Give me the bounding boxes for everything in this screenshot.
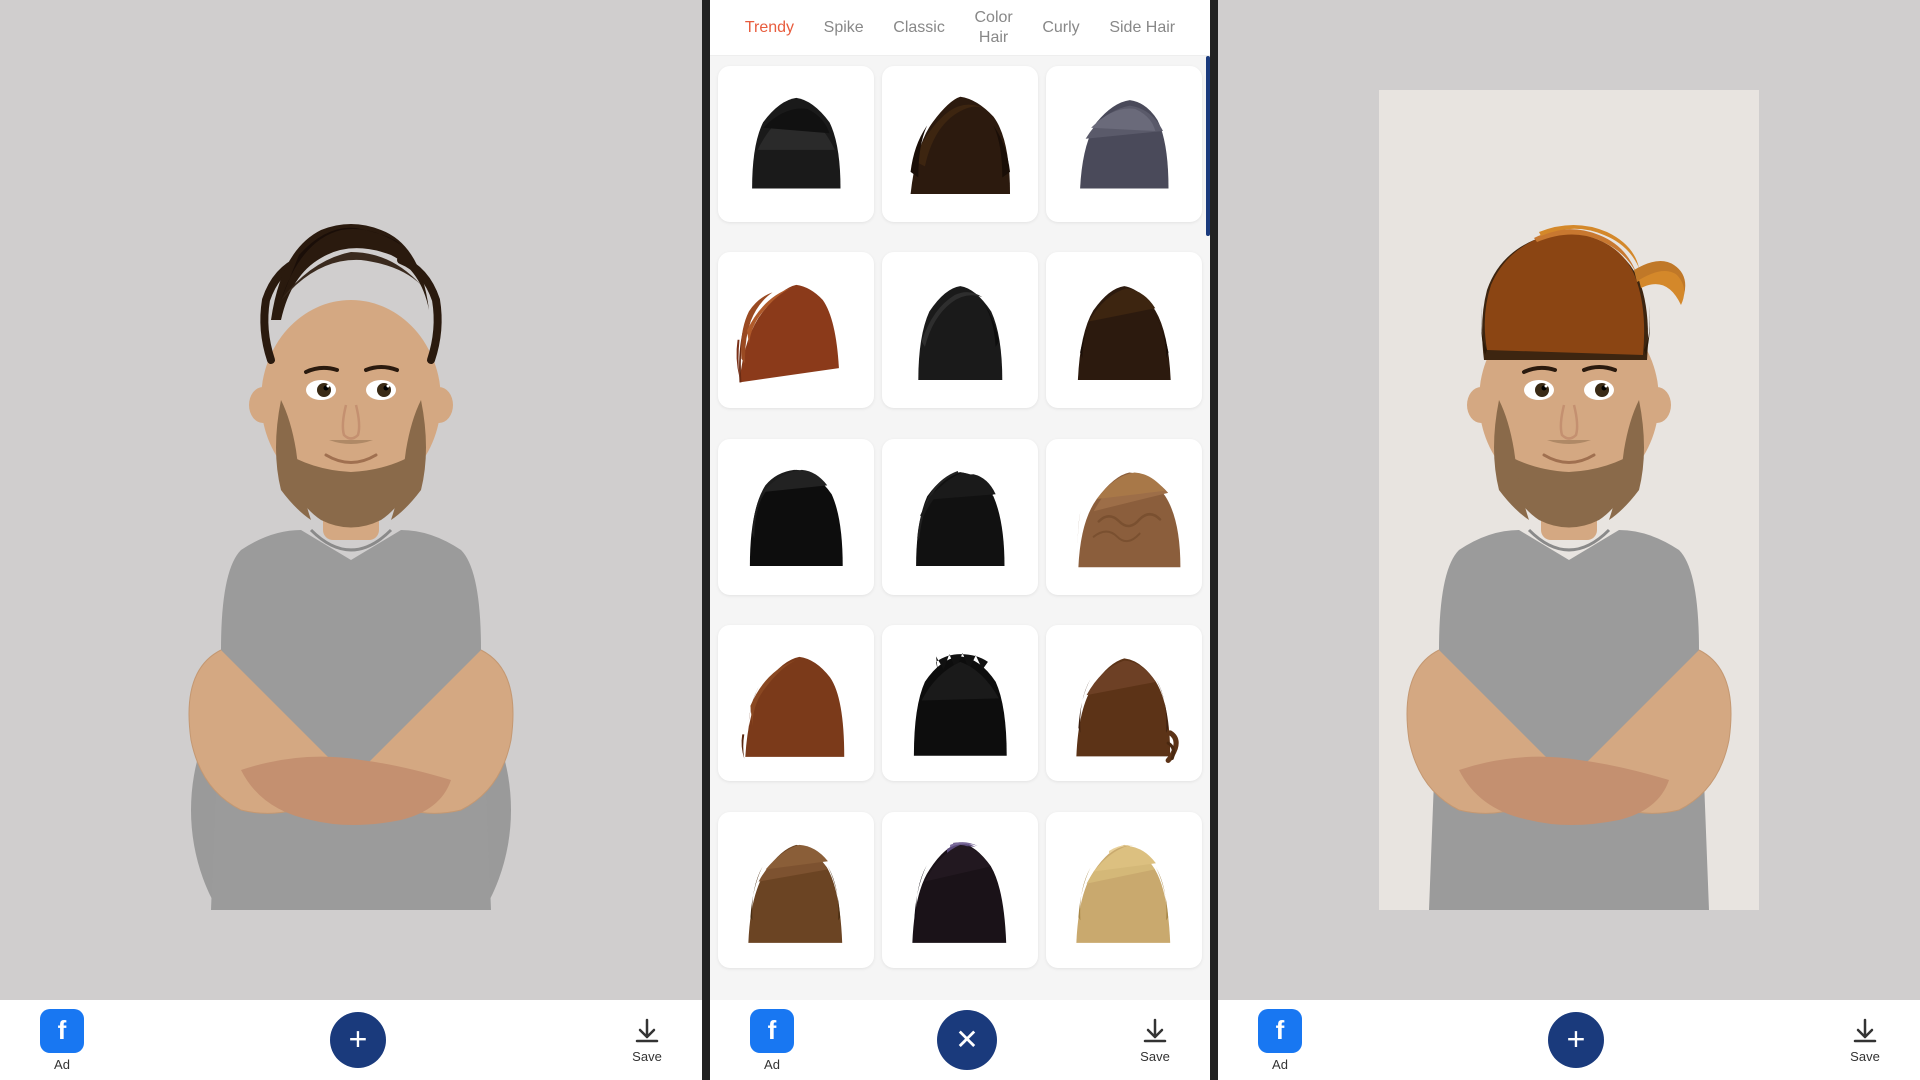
hair-style-4[interactable]	[718, 252, 874, 408]
right-ad-label: Ad	[1272, 1057, 1288, 1072]
nav-tabs: Trendy Spike Classic ColorHair Curly Sid…	[710, 0, 1210, 56]
left-fb-group: f Ad	[40, 1009, 84, 1072]
right-save-label: Save	[1850, 1049, 1880, 1064]
tab-sidehair[interactable]: Side Hair	[1103, 14, 1181, 41]
scroll-indicator	[1206, 56, 1210, 236]
right-person	[1218, 0, 1920, 1000]
hair-style-15[interactable]	[1046, 812, 1202, 968]
left-separator	[702, 0, 710, 1080]
close-icon: ✕	[955, 1026, 978, 1054]
left-fb-icon[interactable]: f	[40, 1009, 84, 1053]
hair-style-11[interactable]	[882, 625, 1038, 781]
center-panel: Trendy Spike Classic ColorHair Curly Sid…	[710, 0, 1210, 1080]
tab-trendy[interactable]: Trendy	[739, 14, 800, 41]
right-save-icon[interactable]	[1850, 1017, 1880, 1047]
right-separator	[1210, 0, 1218, 1080]
tab-classic[interactable]: Classic	[887, 14, 951, 41]
tab-curly[interactable]: Curly	[1036, 14, 1085, 41]
hair-style-2[interactable]	[882, 66, 1038, 222]
hair-style-13[interactable]	[718, 812, 874, 968]
hair-style-5[interactable]	[882, 252, 1038, 408]
center-ad-label: Ad	[764, 1057, 780, 1072]
center-bottom-bar: f Ad ✕ Save	[710, 1000, 1210, 1080]
center-save-label: Save	[1140, 1049, 1170, 1064]
left-plus-icon: +	[349, 1023, 368, 1055]
hair-style-3[interactable]	[1046, 66, 1202, 222]
left-save-group: Save	[632, 1017, 662, 1064]
right-add-button[interactable]: +	[1548, 1012, 1604, 1068]
center-save-icon[interactable]	[1140, 1017, 1170, 1047]
hair-style-14[interactable]	[882, 812, 1038, 968]
left-ad-label: Ad	[54, 1057, 70, 1072]
center-fb-icon[interactable]: f	[750, 1009, 794, 1053]
left-person	[0, 0, 702, 1000]
hair-style-1[interactable]	[718, 66, 874, 222]
right-bottom-bar: f Ad + Save	[1218, 1000, 1920, 1080]
right-save-group: Save	[1850, 1017, 1880, 1064]
left-bottom-bar: f Ad + Save	[0, 1000, 702, 1080]
left-save-icon[interactable]	[632, 1017, 662, 1047]
hair-style-10[interactable]	[718, 625, 874, 781]
right-fb-group: f Ad	[1258, 1009, 1302, 1072]
hair-style-7[interactable]	[718, 439, 874, 595]
hair-style-12[interactable]	[1046, 625, 1202, 781]
hair-style-6[interactable]	[1046, 252, 1202, 408]
left-save-label: Save	[632, 1049, 662, 1064]
right-fb-icon[interactable]: f	[1258, 1009, 1302, 1053]
right-panel: f Ad + Save	[1218, 0, 1920, 1080]
tab-spike[interactable]: Spike	[818, 14, 870, 41]
close-button[interactable]: ✕	[937, 1010, 997, 1070]
tab-colorhair[interactable]: ColorHair	[968, 4, 1018, 50]
hair-grid	[710, 56, 1210, 1000]
center-save-group: Save	[1140, 1017, 1170, 1064]
right-plus-icon: +	[1567, 1023, 1586, 1055]
left-panel: f Ad + Save	[0, 0, 702, 1080]
hair-style-9[interactable]	[1046, 439, 1202, 595]
center-fb-group: f Ad	[750, 1009, 794, 1072]
left-add-button[interactable]: +	[330, 1012, 386, 1068]
hair-style-8[interactable]	[882, 439, 1038, 595]
